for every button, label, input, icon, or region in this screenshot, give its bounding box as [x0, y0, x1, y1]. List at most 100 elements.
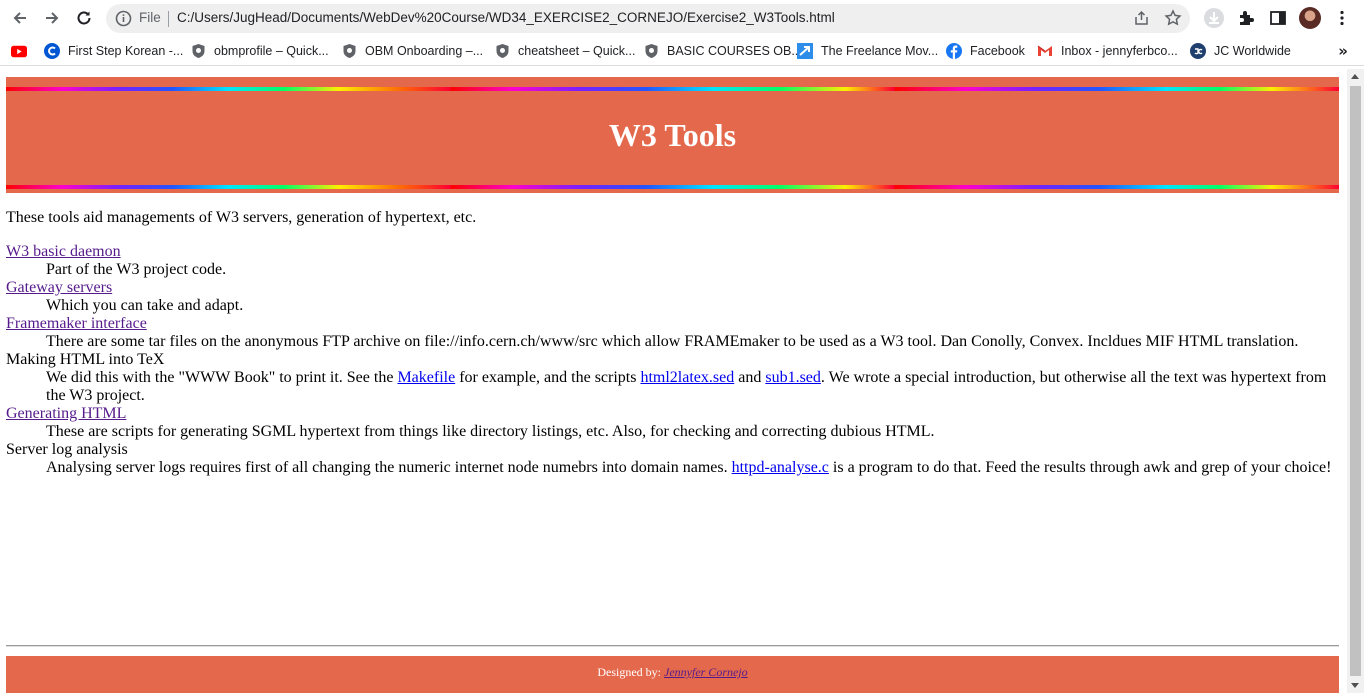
footer-prefix: Designed by:	[597, 665, 664, 679]
rainbow-divider	[6, 185, 1339, 189]
puzzle-icon	[1240, 11, 1254, 25]
tool-description: Which you can take and adapt.	[46, 297, 1336, 315]
download-icon	[1204, 8, 1224, 28]
bookmark-freelance-mov[interactable]: The Freelance Mov...	[797, 42, 938, 60]
avatar	[1299, 7, 1321, 29]
shield-icon	[341, 43, 357, 59]
header-banner: W3 Tools	[6, 77, 1339, 193]
tools-list: W3 basic daemon Part of the W3 project co…	[6, 243, 1336, 477]
tool-description: Analysing server logs requires first of …	[46, 459, 1336, 477]
bookmark-jc-worldwide[interactable]: JC Worldwide	[1190, 42, 1291, 60]
reload-icon	[77, 11, 91, 25]
tool-description: These are scripts for generating SGML hy…	[46, 423, 1336, 441]
tool-term-gateway-servers: Gateway servers	[6, 279, 1336, 297]
bookmark-label: First Step Korean -...	[68, 44, 184, 58]
description-text: is a program to do that. Feed the result…	[828, 459, 1332, 476]
reload-button[interactable]	[68, 2, 100, 34]
bookmark-star-icon[interactable]	[1164, 9, 1182, 27]
bookmark-cheatsheet[interactable]: cheatsheet – Quick...	[494, 42, 635, 60]
jc-icon	[1190, 43, 1206, 59]
side-panel-icon	[1270, 11, 1286, 25]
download-button[interactable]	[1203, 7, 1225, 29]
tool-term-generating-html: Generating HTML	[6, 405, 1336, 423]
description-text: Analysing server logs requires first of …	[46, 459, 732, 476]
shield-icon	[190, 43, 206, 59]
gmail-icon	[1037, 43, 1053, 59]
share-icon[interactable]	[1133, 10, 1150, 27]
tool-term-w3-basic-daemon: W3 basic daemon	[6, 243, 1336, 261]
bookmark-obm-onboarding[interactable]: OBM Onboarding –...	[341, 42, 483, 60]
page-viewport: W3 Tools These tools aid managements of …	[0, 69, 1347, 693]
tool-description: There are some tar files on the anonymou…	[46, 333, 1336, 351]
scheme-label: File	[139, 10, 161, 25]
scroll-up-arrow-icon[interactable]	[1351, 74, 1359, 79]
inline-link-sub1-sed[interactable]: sub1.sed	[765, 369, 821, 386]
tool-term-framemaker-interface: Framemaker interface	[6, 315, 1336, 333]
tool-link-gateway-servers[interactable]: Gateway servers	[6, 279, 112, 296]
description-text: and	[734, 369, 766, 386]
bookmark-label: cheatsheet – Quick...	[518, 44, 636, 58]
bookmark-youtube[interactable]	[11, 42, 35, 60]
bookmark-label: JC Worldwide	[1214, 44, 1291, 58]
tool-term-making-html-into-tex: Making HTML into TeX	[6, 351, 1336, 369]
bookmark-label: The Freelance Mov...	[821, 44, 939, 58]
vertical-scrollbar[interactable]	[1347, 69, 1364, 693]
forward-button[interactable]	[36, 2, 68, 34]
address-bar[interactable]: File C:/Users/JugHead/Documents/WebDev%2…	[106, 4, 1190, 33]
description-text: Which you can take and adapt.	[46, 297, 244, 314]
scroll-down-arrow-icon[interactable]	[1351, 683, 1359, 688]
info-icon[interactable]	[115, 10, 132, 27]
description-text: Part of the W3 project code.	[46, 261, 227, 278]
forward-arrow-icon	[46, 12, 59, 24]
bookmarks-overflow-button[interactable]: »	[1338, 42, 1348, 60]
inline-link-httpd-analyse-c[interactable]: httpd-analyse.c	[732, 459, 829, 476]
tool-term-label: Making HTML into TeX	[6, 351, 165, 368]
kebab-menu-icon	[1340, 10, 1344, 26]
bookmark-label: Facebook	[970, 44, 1025, 58]
bookmark-gmail-inbox[interactable]: Inbox - jennyferbco...	[1037, 42, 1178, 60]
bookmark-label: BASIC COURSES OB...	[667, 44, 802, 58]
tool-link-generating-html[interactable]: Generating HTML	[6, 405, 126, 422]
side-panel-button[interactable]	[1267, 7, 1289, 29]
bookmark-facebook[interactable]: Facebook	[946, 42, 1025, 60]
browser-toolbar: File C:/Users/JugHead/Documents/WebDev%2…	[0, 0, 1364, 37]
author-link[interactable]: Jennyfer Cornejo	[664, 665, 748, 679]
description-text: There are some tar files on the anonymou…	[46, 333, 1299, 350]
scroll-thumb[interactable]	[1350, 86, 1361, 676]
url-text[interactable]: C:/Users/JugHead/Documents/WebDev%20Cour…	[177, 10, 835, 25]
bookmark-obmprofile[interactable]: obmprofile – Quick...	[190, 42, 329, 60]
tool-link-w3-basic-daemon[interactable]: W3 basic daemon	[6, 243, 121, 260]
bookmark-first-step-korean[interactable]: First Step Korean -...	[44, 42, 183, 60]
bookmark-label: OBM Onboarding –...	[365, 44, 484, 58]
inline-link-makefile[interactable]: Makefile	[397, 369, 455, 386]
tool-description: Part of the W3 project code.	[46, 261, 1336, 279]
inline-link-html2latex-sed[interactable]: html2latex.sed	[640, 369, 734, 386]
coursera-icon	[44, 43, 60, 59]
page-title: W3 Tools	[608, 117, 737, 153]
back-button[interactable]	[4, 2, 36, 34]
description-text: These are scripts for generating SGML hy…	[46, 423, 935, 440]
freelance-icon	[797, 43, 813, 59]
omnibox-divider	[168, 11, 169, 27]
profile-button[interactable]	[1299, 7, 1321, 29]
bookmark-label: Inbox - jennyferbco...	[1061, 44, 1178, 58]
bookmark-basic-courses[interactable]: BASIC COURSES OB...	[643, 42, 802, 60]
description-text: for example, and the scripts	[455, 369, 641, 386]
youtube-icon	[11, 43, 27, 59]
shield-icon	[494, 43, 510, 59]
menu-button[interactable]	[1331, 7, 1353, 29]
back-arrow-icon	[13, 12, 26, 24]
tool-description: We did this with the "WWW Book" to print…	[46, 369, 1336, 405]
rainbow-divider	[6, 87, 1339, 91]
footer-divider	[6, 645, 1339, 647]
extensions-button[interactable]	[1235, 7, 1257, 29]
bookmarks-bar: First Step Korean -... obmprofile – Quic…	[0, 37, 1364, 66]
facebook-icon	[946, 43, 962, 59]
intro-text: These tools aid managements of W3 server…	[6, 209, 477, 226]
tool-term-server-log-analysis: Server log analysis	[6, 441, 1336, 459]
tool-link-framemaker-interface[interactable]: Framemaker interface	[6, 315, 147, 332]
footer: Designed by: Jennyfer Cornejo	[6, 656, 1339, 693]
tool-term-label: Server log analysis	[6, 441, 128, 458]
bookmark-label: obmprofile – Quick...	[214, 44, 329, 58]
description-text: We did this with the "WWW Book" to print…	[46, 369, 398, 386]
